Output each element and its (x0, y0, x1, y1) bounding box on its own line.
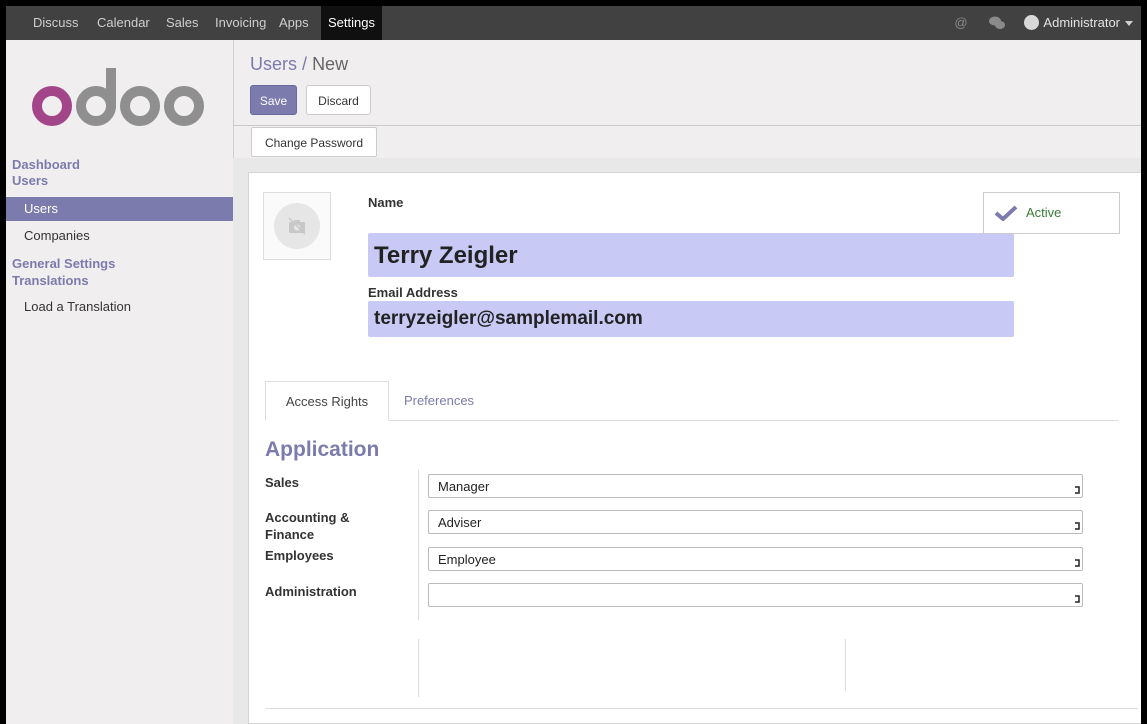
breadcrumb-current: New (312, 54, 349, 74)
section-divider (265, 708, 1138, 709)
dropdown-arrow-icon (1075, 522, 1080, 530)
sidebar-item-users[interactable]: Users (6, 197, 233, 221)
change-password-button[interactable]: Change Password (251, 127, 377, 157)
field-label-administration: Administration (265, 584, 357, 599)
discard-button[interactable]: Discard (306, 85, 371, 115)
accounting-select-value: Adviser (438, 515, 482, 530)
field-label-accounting: Accounting & Finance (265, 510, 350, 542)
sidebar-head-dashboard[interactable]: Dashboard (12, 157, 80, 172)
sidebar-head-general-settings[interactable]: General Settings (12, 256, 115, 271)
sales-select[interactable]: Manager (428, 474, 1083, 498)
column-divider (418, 639, 419, 697)
user-menu[interactable]: Administrator (1024, 6, 1133, 40)
active-label: Active (1026, 205, 1062, 220)
sidebar-head-users[interactable]: Users (12, 173, 48, 188)
breadcrumb: Users / New (250, 54, 348, 75)
administration-select[interactable] (428, 583, 1083, 607)
active-toggle-button[interactable]: Active (983, 192, 1120, 234)
email-field[interactable]: terryzeigler@samplemail.com (368, 301, 1014, 337)
field-label-employees: Employees (265, 548, 334, 563)
sidebar: Dashboard Users Users Companies General … (6, 40, 234, 724)
tab-preferences[interactable]: Preferences (393, 381, 485, 421)
name-label: Name (368, 195, 404, 210)
email-label: Email Address (368, 285, 458, 300)
sidebar-item-companies[interactable]: Companies (6, 224, 233, 248)
breadcrumb-parent[interactable]: Users (250, 54, 297, 74)
menu-sales[interactable]: Sales (166, 6, 199, 40)
save-button[interactable]: Save (250, 85, 297, 115)
fields-divider (418, 470, 419, 620)
breadcrumb-separator: / (302, 54, 308, 74)
dropdown-arrow-icon (1075, 595, 1080, 603)
header-divider (233, 125, 1141, 126)
menu-discuss[interactable]: Discuss (33, 6, 79, 40)
avatar (1024, 15, 1040, 31)
dropdown-arrow-icon (1075, 559, 1080, 567)
tab-access-rights[interactable]: Access Rights (265, 381, 389, 421)
app-window: Discuss Calendar Sales Invoicing Apps Se… (6, 6, 1141, 724)
chat-icon[interactable] (989, 16, 1005, 30)
sidebar-item-load-translation[interactable]: Load a Translation (6, 295, 233, 319)
menu-apps[interactable]: Apps (279, 6, 309, 40)
top-menu-bar: Discuss Calendar Sales Invoicing Apps Se… (6, 6, 1141, 40)
user-name: Administrator (1043, 15, 1120, 30)
sales-select-value: Manager (438, 479, 490, 494)
accounting-select[interactable]: Adviser (428, 510, 1083, 534)
menu-settings[interactable]: Settings (321, 6, 382, 40)
employees-select[interactable]: Employee (428, 547, 1083, 571)
mention-icon[interactable]: @ (954, 16, 968, 30)
section-title: Application (265, 438, 380, 461)
menu-calendar[interactable]: Calendar (97, 6, 150, 40)
menu-invoicing[interactable]: Invoicing (215, 6, 266, 40)
check-icon (994, 205, 1018, 221)
odoo-logo[interactable] (30, 54, 210, 136)
name-field[interactable]: Terry Zeigler (368, 233, 1014, 277)
user-photo[interactable] (263, 192, 331, 260)
chevron-down-icon (1125, 21, 1133, 27)
camera-off-icon (288, 217, 306, 235)
dropdown-arrow-icon (1075, 486, 1080, 494)
sidebar-head-translations[interactable]: Translations (12, 273, 89, 288)
employees-select-value: Employee (438, 552, 496, 567)
field-label-sales: Sales (265, 475, 299, 490)
column-divider (845, 639, 846, 691)
photo-placeholder (274, 203, 320, 249)
